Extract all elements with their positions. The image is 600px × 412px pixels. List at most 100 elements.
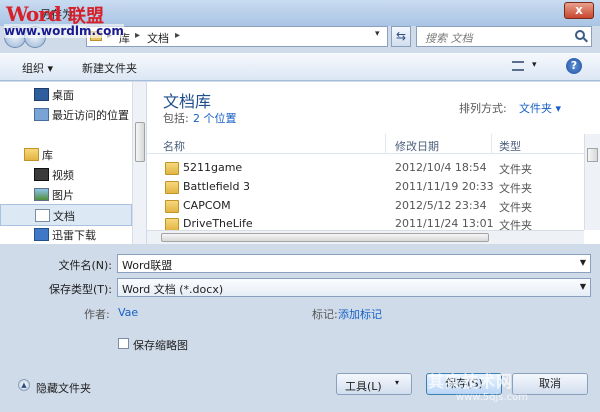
logo-url: www.wordlm.com [4,24,124,38]
save-thumbnail-label[interactable]: 保存缩略图 [133,337,188,353]
vertical-scrollbar-thumb[interactable] [587,148,598,162]
chevron-down-icon: ▾ [395,378,400,387]
folder-icon [165,218,179,230]
nav-item-videos[interactable]: 视频 [0,164,130,184]
folder-icon [165,200,179,213]
file-list-vertical-scrollbar[interactable] [584,134,600,230]
author-field[interactable]: Vae [118,306,138,319]
breadcrumb-documents[interactable]: 文档 [147,30,169,46]
refresh-icon: ⇆ [395,29,407,43]
arrange-by-dropdown[interactable]: 文件夹 ▾ [519,100,561,116]
file-type: 文件夹 [499,201,532,214]
nav-item-label: 库 [42,149,53,162]
refresh-button[interactable]: ⇆ [391,26,411,47]
pictures-icon [34,188,49,201]
nav-item-label: 文档 [53,210,75,223]
file-type: 文件夹 [499,182,532,195]
organize-button[interactable]: 组织 ▾ [22,60,53,76]
file-date: 2011/11/24 13:01 [395,217,494,230]
tools-button[interactable]: 工具(L) ▾ [336,373,412,395]
column-header-name[interactable]: 名称 [163,138,185,154]
filename-input[interactable]: Word联盟 ▼ [117,254,591,273]
nav-item-label: 视频 [52,169,74,182]
folder-icon [165,181,179,194]
file-list-pane: 文档库 包括: 2 个位置 排列方式: 文件夹 ▾ 名称 修改日期 类型 521… [147,82,600,244]
thunder-download-icon [34,228,49,241]
breadcrumb-separator[interactable]: ▸ [175,30,180,41]
view-dropdown-icon[interactable]: ▾ [532,60,537,70]
hide-folders-button[interactable]: 隐藏文件夹 [36,380,91,396]
videos-icon [34,168,49,181]
breadcrumb-separator[interactable]: ▸ [135,30,140,41]
watermark-url: www.5qjs.com [456,392,529,403]
library-title: 文档库 [163,92,212,111]
nav-item-label: 图片 [52,189,74,202]
nav-scrollbar[interactable] [132,82,146,244]
save-thumbnail-checkbox[interactable] [118,338,129,349]
file-name: DriveTheLife [183,217,253,230]
column-divider[interactable] [385,134,386,154]
watermark-title: 其实技术网 [428,372,514,391]
table-row[interactable]: DriveTheLife 2011/11/24 13:01 文件夹 [147,214,584,230]
filename-value: Word联盟 [122,259,173,272]
nav-item-documents[interactable]: 文档 [0,204,132,226]
nav-item-pictures[interactable]: 图片 [0,184,130,204]
file-date: 2011/11/19 20:33 [395,180,494,193]
column-header-row: 名称 修改日期 类型 [147,134,584,154]
author-label: 作者: [84,308,110,321]
library-icon [24,148,39,161]
horizontal-scrollbar-thumb[interactable] [161,233,489,242]
navigation-pane: 桌面 最近访问的位置 库 视频 图片 文档 迅雷下载 [0,82,146,244]
address-dropdown-icon[interactable]: ▾ [375,29,380,39]
nav-item-label: 最近访问的位置 [52,109,129,122]
new-folder-button[interactable]: 新建文件夹 [82,60,137,76]
tags-field[interactable]: 添加标记 [338,306,382,322]
column-divider[interactable] [491,134,492,154]
nav-item-label: 迅雷下载 [52,229,96,242]
file-name: CAPCOM [183,199,231,212]
chevron-up-icon[interactable]: ▲ [18,379,30,391]
table-row[interactable]: Battlefield 3 2011/11/19 20:33 文件夹 [147,177,584,197]
file-type: 文件夹 [499,163,532,176]
nav-item-thunder-download[interactable]: 迅雷下载 [0,224,130,244]
library-includes-label: 包括: [163,112,189,125]
help-icon[interactable]: ? [566,58,582,74]
logo-word: Word [6,2,62,26]
search-placeholder: 搜索 文档 [425,32,473,45]
search-input[interactable]: 搜索 文档 [416,26,592,47]
recent-places-icon [34,108,49,121]
nav-scrollbar-thumb[interactable] [135,122,145,162]
nav-item-desktop[interactable]: 桌面 [0,84,130,104]
search-icon [583,37,588,43]
tags-label: 标记: [312,308,338,321]
nav-item-label: 桌面 [52,89,74,102]
nav-item-library[interactable]: 库 [0,144,130,164]
table-row[interactable]: CAPCOM 2012/5/12 23:34 文件夹 [147,196,584,216]
nav-item-recent[interactable]: 最近访问的位置 [0,104,130,124]
column-header-date[interactable]: 修改日期 [395,138,439,154]
folder-icon [165,162,179,175]
documents-icon [35,209,50,222]
address-bar[interactable]: ▸ 库 ▸ 文档 ▸ ▾ [86,26,388,47]
filetype-value: Word 文档 (*.docx) [122,283,224,296]
column-header-type[interactable]: 类型 [499,138,521,154]
filetype-select[interactable]: Word 文档 (*.docx) ▼ [117,278,591,297]
command-bar: 组织 ▾ 新建文件夹 ▾ ? [0,53,600,81]
file-name: Battlefield 3 [183,180,250,193]
chevron-down-icon[interactable]: ▼ [580,282,586,291]
chevron-down-icon[interactable]: ▼ [580,258,586,267]
file-date: 2012/5/12 23:34 [395,199,487,212]
file-name: 5211game [183,161,243,174]
filename-label: 文件名(N): [58,259,112,272]
filetype-label: 保存类型(T): [48,283,112,296]
table-row[interactable]: 5211game 2012/10/4 18:54 文件夹 [147,158,584,178]
view-options-icon[interactable] [512,61,524,71]
file-type: 文件夹 [499,219,532,230]
arrange-by-label: 排列方式: [459,102,507,115]
library-locations-link[interactable]: 2 个位置 [193,110,237,126]
file-date: 2012/10/4 18:54 [395,161,487,174]
tools-label: 工具(L) [345,380,382,393]
close-button[interactable]: x [564,2,594,19]
file-list-horizontal-scrollbar[interactable] [147,230,584,244]
desktop-icon [34,88,49,101]
